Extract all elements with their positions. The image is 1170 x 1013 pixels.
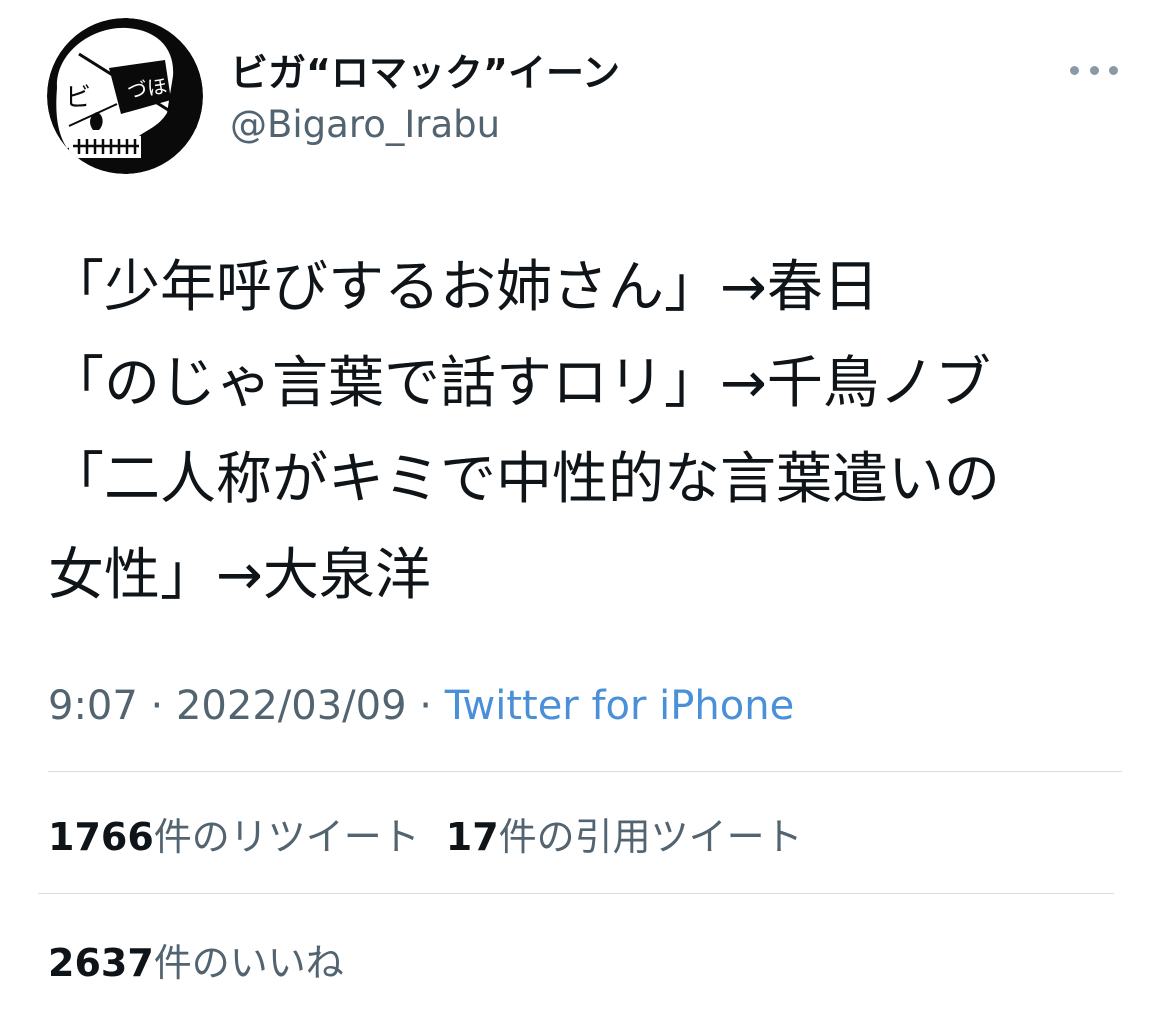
tweet-date[interactable]: 2022/03/09 [176,683,407,729]
tweet-text: 「少年呼びするお姉さん」→春日 「のじゃ言葉で話すロリ」→千鳥ノブ 「二人称がキ… [48,240,1128,624]
more-dot [1070,65,1079,75]
tweet-line: 「二人称がキミで中性的な言葉遣いの [48,447,1000,512]
retweets-stat[interactable]: 1766件のリツイート [48,806,420,861]
skull-avatar-icon: ビ づほ [47,18,203,174]
likes-count: 2637 [48,941,154,985]
divider [38,893,1114,894]
retweets-count: 1766 [48,815,154,859]
more-dot [1089,65,1099,75]
likes-label: 件のいいね [153,941,344,985]
tweet-line: 「のじゃ言葉で話すロリ」→千鳥ノブ [48,351,991,416]
quotes-count: 17 [445,815,499,859]
tweet-meta: 9:07 · 2022/03/09 · Twitter for iPhone [48,683,794,729]
engagement-stats: 1766件のリツイート 17件の引用ツイート [48,806,803,861]
tweet-time[interactable]: 9:07 [48,683,138,729]
meta-separator: · [137,683,176,729]
tweet-line: 女性」→大泉洋 [48,543,431,608]
avatar-text-left: ビ [65,83,91,113]
tweet-source-link[interactable]: Twitter for iPhone [445,683,795,729]
likes-stat[interactable]: 2637件のいいね [48,932,344,987]
more-dot [1109,65,1118,75]
quotes-stat[interactable]: 17件の引用ツイート [446,806,803,861]
avatar[interactable]: ビ づほ [47,18,203,174]
tweet-line: 「少年呼びするお姉さん」→春日 [48,255,879,320]
meta-separator: · [406,683,445,729]
retweets-label: 件のリツイート [153,815,420,859]
quotes-label: 件の引用ツイート [498,815,803,859]
more-horizontal-icon[interactable] [1070,56,1118,84]
display-name[interactable]: ビガ“ロマック”イーン [230,42,620,97]
user-handle[interactable]: @Bigaro_Irabu [230,103,500,146]
divider [48,771,1122,772]
